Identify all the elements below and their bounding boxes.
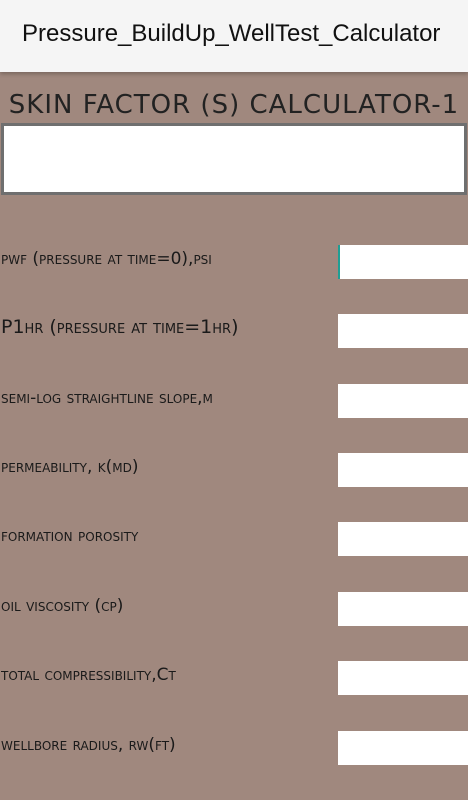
p1hr-input[interactable]	[338, 314, 468, 348]
porosity-input[interactable]	[338, 522, 468, 556]
wellbore-radius-input[interactable]	[338, 731, 468, 765]
input-row-wellbore-radius: wellbore radius, rw(ft)	[0, 731, 468, 767]
input-row-permeability: permeability, k(md)	[0, 453, 468, 489]
wellbore-radius-label: wellbore radius, rw(ft)	[1, 735, 176, 755]
porosity-label: formation porosity	[1, 526, 139, 546]
pwf-label: pwf (pressure at time=0),psi	[1, 249, 212, 269]
app-bar: Pressure_BuildUp_WellTest_Calculator	[0, 0, 468, 72]
input-row-viscosity: oil viscosity (cp)	[0, 592, 468, 628]
permeability-label: permeability, k(md)	[1, 457, 139, 477]
compressibility-label: total compressibility,Ct	[1, 665, 176, 685]
input-row-porosity: formation porosity	[0, 522, 468, 558]
permeability-input[interactable]	[338, 453, 468, 487]
skin-factor-result-field[interactable]	[1, 123, 467, 195]
p1hr-label: P1hr (pressure at time=1hr)	[1, 316, 239, 338]
compressibility-input[interactable]	[338, 661, 468, 695]
input-row-slope: semi-log straightline slope,m	[0, 384, 468, 420]
viscosity-input[interactable]	[338, 592, 468, 626]
input-row-compressibility: total compressibility,Ct	[0, 661, 468, 697]
input-row-p1hr: P1hr (pressure at time=1hr)	[0, 314, 468, 350]
pwf-input[interactable]	[338, 245, 468, 279]
slope-label: semi-log straightline slope,m	[1, 388, 213, 408]
app-title: Pressure_BuildUp_WellTest_Calculator	[22, 20, 441, 47]
slope-input[interactable]	[338, 384, 468, 418]
viscosity-label: oil viscosity (cp)	[1, 596, 124, 616]
input-row-pwf: pwf (pressure at time=0),psi	[0, 245, 468, 281]
calculator-heading: SKIN FACTOR (S) CALCULATOR-1	[8, 90, 460, 120]
